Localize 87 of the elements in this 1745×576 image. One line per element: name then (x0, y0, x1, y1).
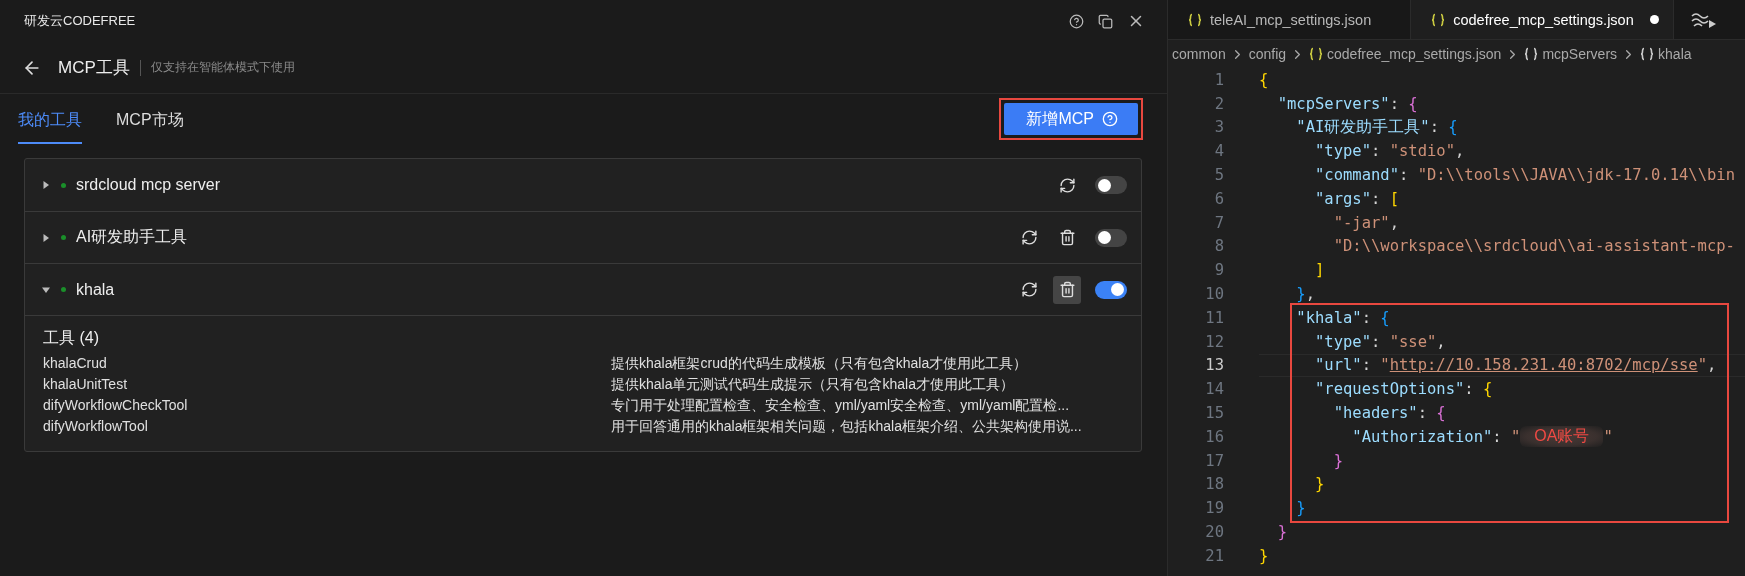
line-number: 18 (1204, 475, 1224, 494)
tool-description: 用于回答通用的khala框架相关问题，包括khala框架介绍、公共架构使用说... (611, 417, 1082, 436)
toggle-switch[interactable] (1095, 280, 1127, 299)
line-number: 9 (1213, 261, 1224, 280)
server-name: AI研发助手工具 (76, 227, 188, 247)
breadcrumb-item[interactable]: config (1248, 46, 1287, 62)
code-line: } (1259, 546, 1269, 565)
code-line: } (1314, 475, 1325, 494)
code-line: "args": [ (1314, 189, 1400, 208)
tab[interactable]: MCP市场 (116, 94, 184, 144)
help-icon[interactable] (1069, 13, 1084, 29)
toggle-switch[interactable] (1095, 228, 1127, 247)
help-icon (1102, 111, 1118, 127)
tool-description: 提供khala框架crud的代码生成模板（只有包含khala才使用此工具） (611, 354, 1028, 373)
code-line: "khala": { (1295, 308, 1390, 327)
editor-tab[interactable]: codefree_mcp_settings.json (1411, 0, 1674, 39)
code-line: } (1295, 499, 1306, 518)
code-line: "headers": { (1332, 404, 1446, 423)
add-mcp-button[interactable]: 新增MCP (1004, 103, 1138, 135)
line-number: 21 (1204, 546, 1224, 565)
json-icon (1188, 12, 1202, 27)
caret-icon[interactable] (41, 180, 51, 190)
line-number: 7 (1213, 213, 1224, 232)
tool-name: difyWorkflowTool (43, 417, 148, 436)
app-title: 研发云CODEFREE (24, 12, 136, 30)
code-line: "type": "stdio", (1314, 142, 1465, 161)
trash-icon (1058, 229, 1076, 246)
tool-description: 专门用于处理配置检查、安全检查、yml/yaml安全检查、yml/yaml配置检... (611, 396, 1070, 415)
page-note: 仅支持在智能体模式下使用 (150, 59, 295, 76)
line-number: 8 (1213, 237, 1224, 256)
json-icon (1309, 47, 1324, 61)
tool-name: khalaCrud (43, 354, 107, 373)
toggle-switch[interactable] (1095, 176, 1127, 194)
line-number: 12 (1204, 332, 1224, 351)
tool-description: 提供khala单元测试代码生成提示（只有包含khala才使用此工具） (611, 375, 1014, 394)
line-number: 14 (1204, 380, 1224, 399)
code-line: "D:\\workspace\\srdcloud\\ai-assistant-mcp- (1332, 237, 1735, 256)
json-icon (1431, 12, 1446, 27)
server-name: srdcloud mcp server (76, 176, 221, 194)
line-number: 15 (1204, 404, 1224, 423)
line-number: 10 (1204, 285, 1224, 304)
line-number: 1 (1213, 70, 1224, 89)
line-number: 13 (1204, 356, 1224, 375)
code-line: "type": "sse", (1314, 332, 1446, 351)
code-line: } (1276, 523, 1287, 542)
copy-icon[interactable] (1098, 13, 1113, 29)
tab[interactable]: 我的工具 (18, 94, 82, 144)
refresh-icon (1058, 176, 1076, 194)
code-line: "url": "http://10.158.231.40:8702/mcp/sse", (1314, 356, 1717, 375)
code-line: "mcpServers": { (1276, 94, 1418, 113)
redaction-label: OA账号 (1520, 426, 1604, 448)
breadcrumb-item[interactable]: mcpServers (1542, 46, 1618, 62)
line-number: 11 (1204, 308, 1224, 327)
object-icon (1640, 47, 1655, 61)
caret-icon[interactable] (41, 232, 51, 243)
line-number: 3 (1213, 118, 1224, 137)
code-text: " (1603, 427, 1613, 446)
tools-heading: 工具 (4) (43, 328, 100, 348)
line-number: 16 (1204, 427, 1224, 446)
breadcrumb-item[interactable]: common (1172, 46, 1226, 62)
code-line: "-jar", (1332, 213, 1399, 232)
line-number: 2 (1213, 94, 1224, 113)
line-number: 4 (1213, 142, 1224, 161)
code-line: "requestOptions": { (1314, 380, 1493, 399)
line-number: 19 (1204, 499, 1224, 518)
server-name: khala (76, 280, 115, 299)
line-number: 6 (1213, 189, 1224, 208)
code-line: "AI研发助手工具": { (1295, 117, 1458, 138)
breadcrumb-item[interactable]: khala (1658, 46, 1692, 62)
object-icon (1524, 47, 1539, 61)
code-line: }, (1295, 285, 1315, 304)
code-line: "command": "D:\\tools\\JAVA\\jdk-17.0.14\\bin (1314, 166, 1735, 185)
page-title: MCP工具 (58, 57, 130, 79)
line-number: 17 (1204, 451, 1224, 470)
refresh-icon (1020, 229, 1038, 246)
code-line: { (1259, 70, 1269, 89)
code-line: ] (1314, 261, 1325, 280)
code-line: } (1332, 451, 1343, 470)
breadcrumb-item[interactable]: codefree_mcp_settings.json (1327, 46, 1502, 62)
trash-icon (1058, 281, 1076, 298)
line-number: 20 (1204, 523, 1224, 542)
delete-button[interactable] (1053, 275, 1081, 304)
code-text: "Authorization": " (1351, 427, 1521, 446)
refresh-icon (1020, 281, 1038, 298)
tool-name: khalaUnitTest (43, 375, 128, 394)
tool-name: difyWorkflowCheckTool (43, 396, 188, 415)
line-number: 5 (1213, 166, 1224, 185)
